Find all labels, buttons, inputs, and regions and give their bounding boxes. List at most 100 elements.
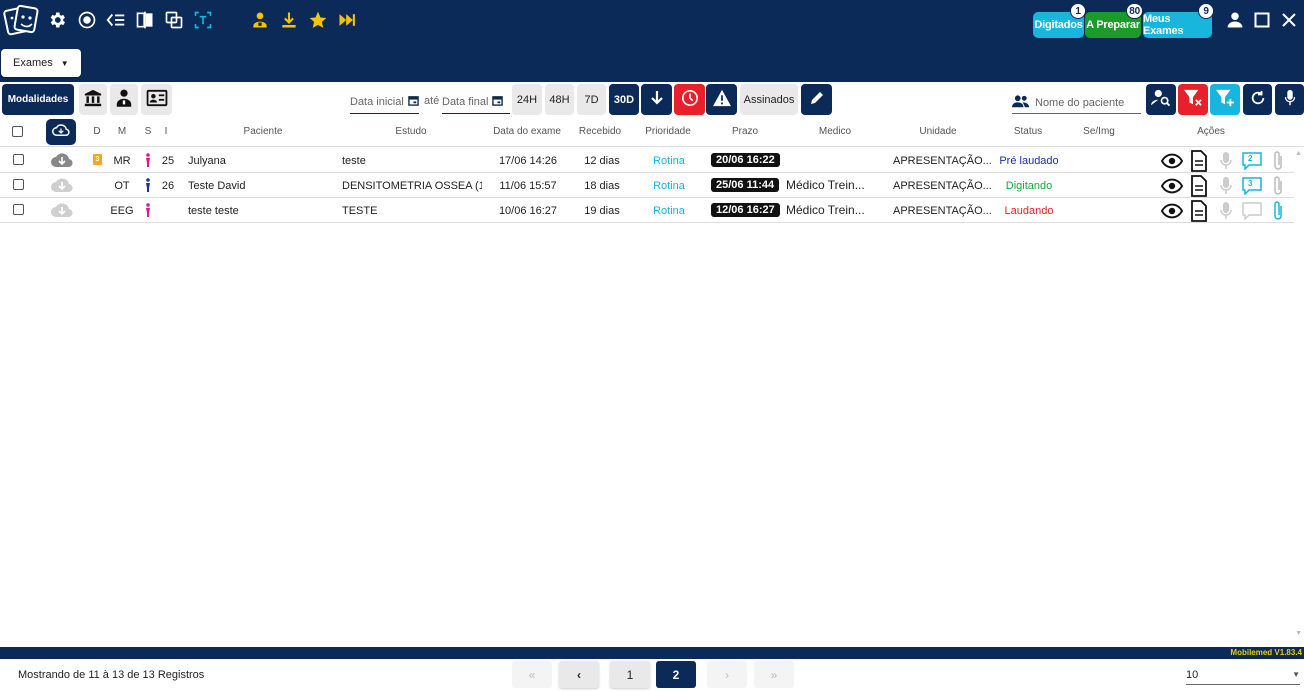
app-logo[interactable] bbox=[3, 3, 39, 37]
page-1-button[interactable]: 1 bbox=[610, 661, 650, 688]
list-arrows-icon[interactable] bbox=[104, 8, 128, 32]
header-paciente[interactable]: Paciente bbox=[244, 126, 283, 137]
status-cell: Digitando bbox=[1005, 180, 1053, 192]
skip-forward-icon[interactable] bbox=[335, 8, 359, 32]
cloud-download-icon[interactable] bbox=[50, 152, 74, 168]
close-window-icon[interactable] bbox=[1277, 8, 1301, 32]
header-unidade[interactable]: Unidade bbox=[919, 126, 956, 137]
study-cell: DENSITOMETRIA OSSEA (1 S bbox=[342, 180, 482, 192]
data-final-field[interactable]: Data final bbox=[442, 90, 510, 114]
user-account-icon[interactable] bbox=[1223, 8, 1247, 32]
cloud-download-icon[interactable] bbox=[50, 202, 74, 218]
view-eye-icon[interactable] bbox=[1161, 150, 1183, 172]
data-inicial-field[interactable]: Data inicial bbox=[350, 90, 419, 114]
voice-search-button[interactable] bbox=[1275, 84, 1304, 115]
record-stop-icon[interactable] bbox=[75, 8, 99, 32]
edit-button[interactable] bbox=[801, 84, 832, 115]
scroll-up-arrow-icon[interactable]: ▲ bbox=[1295, 150, 1302, 157]
modalidades-button[interactable]: Modalidades bbox=[2, 84, 74, 115]
prev-page-button[interactable]: ‹ bbox=[559, 661, 599, 688]
deadline-badge: 25/06 11:44 bbox=[711, 178, 780, 192]
range-24h-button[interactable]: 24H bbox=[512, 84, 542, 115]
per-page-select[interactable]: 10 ▼ bbox=[1186, 665, 1300, 685]
header-data-exame[interactable]: Data do exame bbox=[493, 126, 561, 137]
header-i[interactable]: I bbox=[165, 126, 168, 137]
institution-filter-button[interactable] bbox=[79, 84, 107, 115]
a-preparar-badge: 80 bbox=[1126, 3, 1143, 19]
header-recebido[interactable]: Recebido bbox=[579, 126, 621, 137]
dictation-microphone-icon[interactable] bbox=[1215, 150, 1237, 172]
settings-gear-icon[interactable] bbox=[45, 8, 69, 32]
row-checkbox[interactable] bbox=[13, 154, 24, 165]
header-status[interactable]: Status bbox=[1014, 126, 1042, 137]
comments-icon[interactable]: 3 bbox=[1241, 175, 1263, 197]
attachment-clip-icon[interactable] bbox=[1267, 150, 1289, 172]
doctor-cell: Médico Trein... bbox=[786, 203, 865, 217]
urgent-filter-button[interactable] bbox=[706, 84, 737, 115]
header-s[interactable]: S bbox=[145, 126, 152, 137]
nome-paciente-field[interactable]: Nome do paciente bbox=[1012, 92, 1141, 114]
header-estudo[interactable]: Estudo bbox=[395, 126, 426, 137]
header-medico[interactable]: Medico bbox=[819, 126, 851, 137]
header-prazo[interactable]: Prazo bbox=[732, 126, 758, 137]
scroll-down-arrow-icon[interactable]: ▼ bbox=[1295, 630, 1302, 637]
night-mode-moon-icon[interactable] bbox=[218, 8, 242, 32]
text-scan-icon[interactable] bbox=[191, 8, 215, 32]
priority-cell: Rotina bbox=[653, 180, 685, 192]
late-filter-button[interactable] bbox=[674, 84, 705, 115]
view-eye-icon[interactable] bbox=[1161, 200, 1183, 222]
header-prioridade[interactable]: Prioridade bbox=[645, 126, 691, 137]
report-document-icon[interactable] bbox=[1188, 150, 1210, 172]
comments-icon[interactable]: 2 bbox=[1241, 150, 1263, 172]
row-checkbox[interactable] bbox=[13, 204, 24, 215]
comment-count: 3 bbox=[1248, 179, 1253, 188]
maximize-window-icon[interactable] bbox=[1250, 8, 1274, 32]
range-48h-button[interactable]: 48H bbox=[545, 84, 574, 115]
first-page-button[interactable]: « bbox=[512, 661, 552, 688]
table-row[interactable]: OT 26 Teste David DENSITOMETRIA OSSEA (1… bbox=[0, 173, 1294, 198]
a-preparar-pill[interactable]: A Preparar 80 bbox=[1085, 3, 1143, 38]
cloud-download-icon[interactable] bbox=[50, 177, 74, 193]
table-row[interactable]: EEG teste teste TESTE 10/06 16:27 19 dia… bbox=[0, 198, 1294, 223]
exam-date-cell: 17/06 14:26 bbox=[498, 155, 558, 167]
header-seimg[interactable]: Se/Img bbox=[1083, 126, 1115, 137]
doctor-user-icon[interactable] bbox=[248, 8, 272, 32]
report-document-icon[interactable] bbox=[1188, 200, 1210, 222]
header-m[interactable]: M bbox=[118, 126, 126, 137]
download-all-button[interactable] bbox=[46, 119, 76, 145]
assinados-button[interactable]: Assinados bbox=[740, 84, 798, 115]
download-icon[interactable] bbox=[277, 8, 301, 32]
data-inicial-placeholder: Data inicial bbox=[350, 95, 404, 108]
sort-down-button[interactable] bbox=[641, 84, 672, 115]
next-page-button[interactable]: › bbox=[707, 661, 747, 688]
dictation-microphone-icon[interactable] bbox=[1215, 175, 1237, 197]
attachment-clip-icon[interactable] bbox=[1267, 175, 1289, 197]
doctor-filter-button[interactable] bbox=[110, 84, 138, 115]
refresh-button[interactable] bbox=[1243, 84, 1272, 115]
view-eye-icon[interactable] bbox=[1161, 175, 1183, 197]
search-patient-button[interactable] bbox=[1146, 84, 1176, 115]
digitados-pill[interactable]: Digitados 1 bbox=[1033, 3, 1086, 38]
a-preparar-label: A Preparar bbox=[1086, 19, 1140, 31]
page-2-button[interactable]: 2 bbox=[656, 661, 696, 688]
range-30d-button[interactable]: 30D bbox=[609, 84, 639, 115]
meus-exames-pill[interactable]: Meus Exames 9 bbox=[1143, 3, 1214, 38]
attachment-clip-icon[interactable] bbox=[1267, 200, 1289, 222]
compare-book-icon[interactable] bbox=[133, 8, 157, 32]
comments-icon[interactable] bbox=[1241, 200, 1263, 222]
row-checkbox[interactable] bbox=[13, 179, 24, 190]
copy-layers-icon[interactable] bbox=[162, 8, 186, 32]
clear-filter-button[interactable] bbox=[1178, 84, 1208, 115]
last-page-button[interactable]: » bbox=[754, 661, 794, 688]
add-filter-button[interactable] bbox=[1210, 84, 1240, 115]
pagination-footer: Mostrando de 11 à 13 de 13 Registros « ‹… bbox=[0, 659, 1304, 691]
star-icon[interactable] bbox=[306, 8, 330, 32]
dictation-microphone-icon[interactable] bbox=[1215, 200, 1237, 222]
report-document-icon[interactable] bbox=[1188, 175, 1210, 197]
table-row[interactable]: 3 MR 25 Julyana teste 17/06 14:26 12 dia… bbox=[0, 148, 1294, 173]
exames-menu-button[interactable]: Exames ▼ bbox=[1, 49, 81, 77]
header-d[interactable]: D bbox=[93, 126, 100, 137]
range-7d-button[interactable]: 7D bbox=[577, 84, 606, 115]
select-all-checkbox[interactable] bbox=[12, 126, 23, 137]
patient-card-filter-button[interactable] bbox=[141, 84, 172, 115]
